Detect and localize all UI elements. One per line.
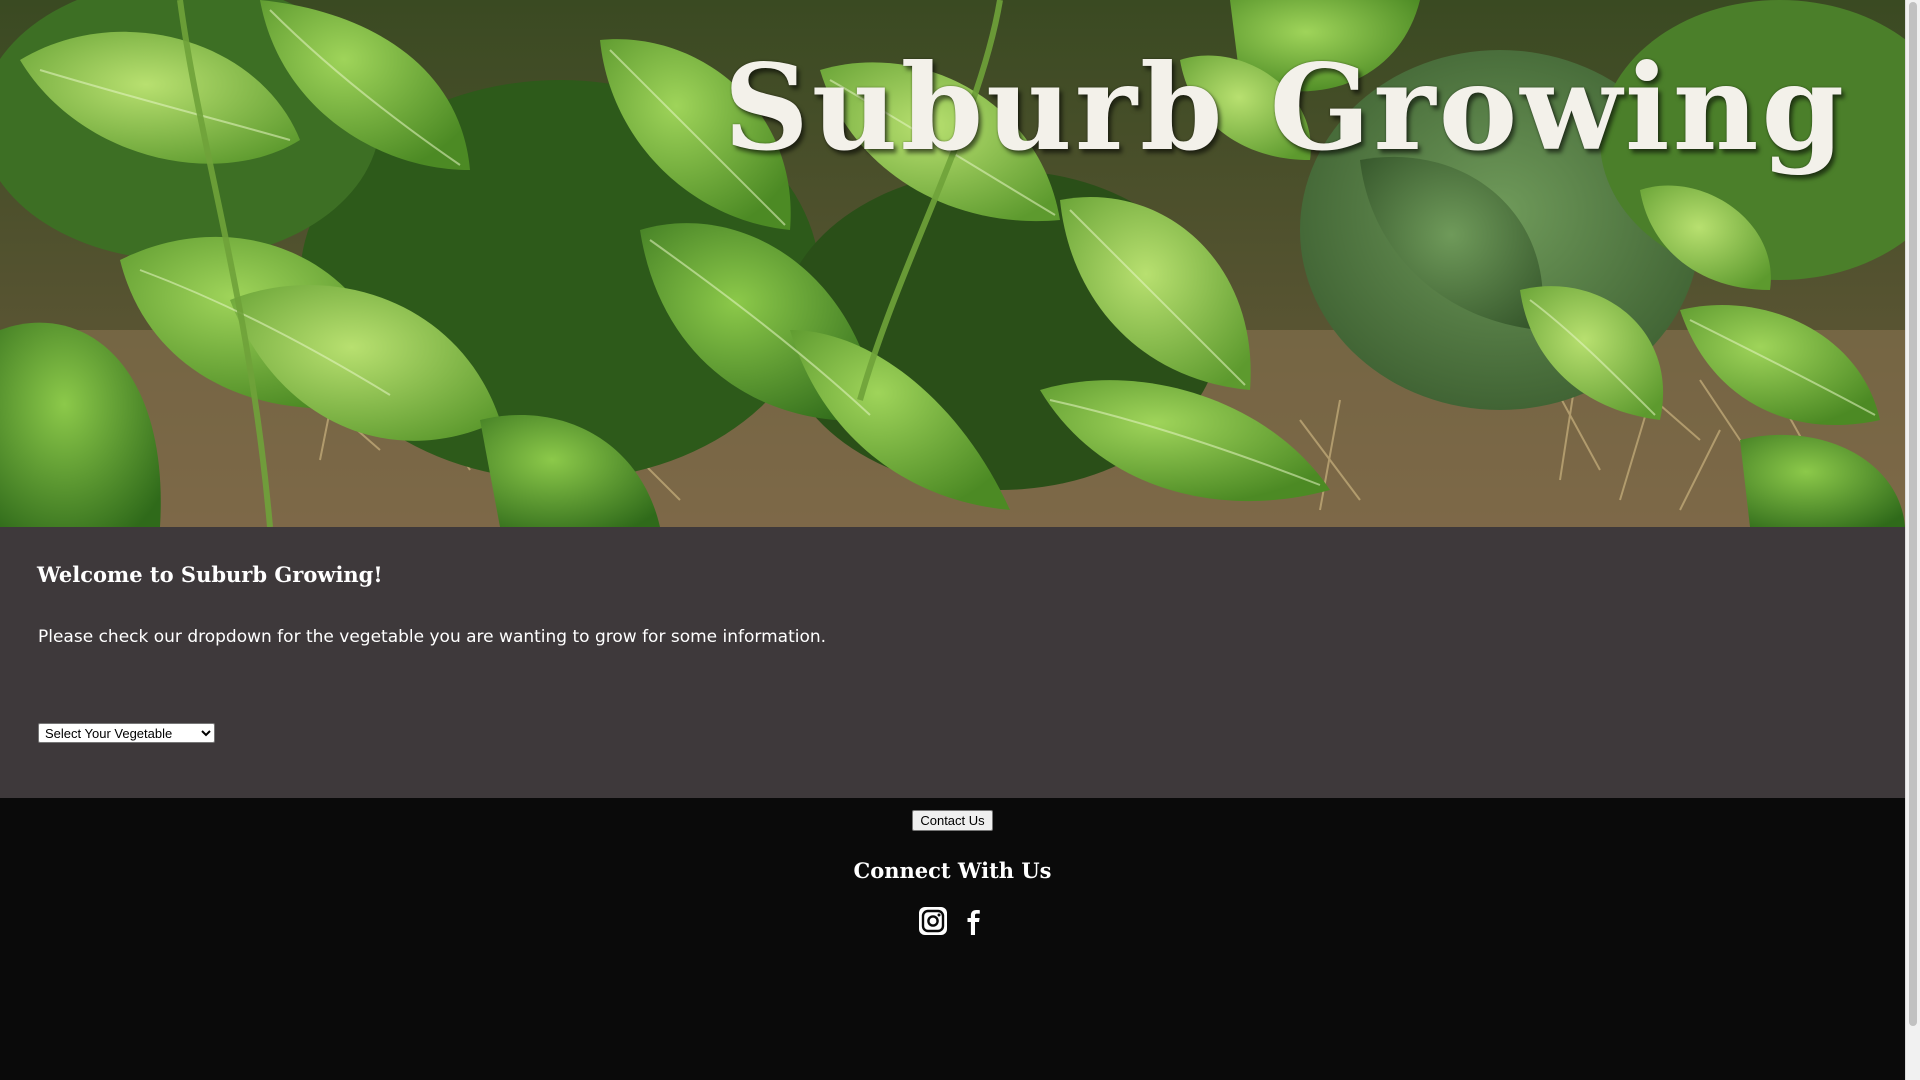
hero-banner: Suburb Growing (0, 0, 1905, 527)
scrollbar-thumb[interactable] (1909, 2, 1917, 1026)
welcome-heading: Welcome to Suburb Growing! (37, 562, 383, 587)
social-links (918, 906, 988, 936)
connect-heading: Connect With Us (853, 858, 1052, 883)
facebook-link[interactable] (958, 906, 988, 936)
contact-us-button[interactable]: Contact Us (912, 810, 993, 831)
facebook-icon (959, 907, 987, 935)
vertical-scrollbar[interactable] (1905, 0, 1920, 1080)
intro-text: Please check our dropdown for the vegeta… (38, 627, 827, 647)
main-content: Welcome to Suburb Growing! Please check … (0, 527, 1905, 798)
page: Suburb Growing Welcome to Suburb Growing… (0, 0, 1905, 1080)
footer: Contact Us Connect With Us (0, 798, 1905, 1080)
instagram-link[interactable] (918, 906, 948, 936)
instagram-icon (919, 907, 947, 935)
vegetable-select[interactable]: Select Your Vegetable (38, 723, 215, 743)
site-title: Suburb Growing (723, 38, 1847, 177)
